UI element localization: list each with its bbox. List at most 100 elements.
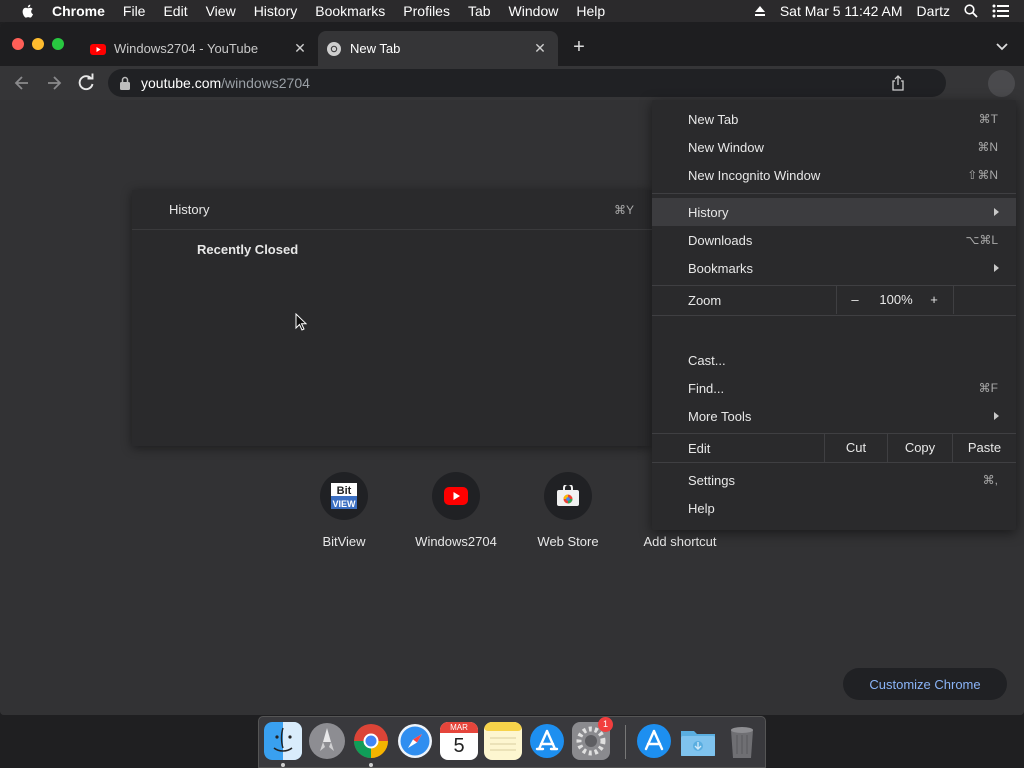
address-bar[interactable]: youtube.com/windows2704 [108,69,946,97]
zoom-divider [953,286,954,314]
menu-separator [652,193,1016,194]
app-store-downloads-icon[interactable] [635,722,673,760]
submenu-arrow-icon [994,208,999,216]
youtube-icon [90,43,106,55]
chrome-icon[interactable] [352,722,390,760]
menubar-edit[interactable]: Edit [163,3,187,19]
menubar-tab[interactable]: Tab [468,3,491,19]
tab-title: New Tab [350,41,401,56]
reload-icon[interactable] [74,71,98,95]
menubar-window[interactable]: Window [509,3,559,19]
menu-item-shortcut: ⌘, [982,473,998,487]
share-icon[interactable] [890,75,906,91]
paste-button[interactable]: Paste [953,434,1016,462]
fullscreen-icon[interactable] [982,291,1000,309]
menubar-file[interactable]: File [123,3,146,19]
menu-separator [652,462,1016,463]
menu-item-edit: Edit Cut Copy Paste [652,434,1016,462]
menubar-view[interactable]: View [206,3,236,19]
close-tab-icon[interactable]: ✕ [532,40,548,57]
copy-button[interactable]: Copy [888,434,952,462]
url-host: youtube.com [141,75,222,91]
chrome-icon [327,41,341,56]
tab-new-tab[interactable]: New Tab ✕ [318,31,558,66]
menu-item-label: Edit [688,440,711,456]
menu-item-label: New Tab [688,111,739,127]
app-store-icon[interactable] [528,722,566,760]
mouse-cursor-icon [295,313,307,331]
menu-item-bookmarks[interactable]: Bookmarks [652,254,1016,282]
close-window-button[interactable] [12,38,24,50]
forward-arrow-icon[interactable] [42,71,66,95]
shortcut-windows2704[interactable]: Windows2704 [400,472,512,549]
menubar-profiles[interactable]: Profiles [403,3,450,19]
spotlight-search-icon[interactable] [964,4,978,18]
menu-item-find[interactable]: Find... ⌘F [652,374,1016,402]
menubar-app-name[interactable]: Chrome [52,3,105,19]
menubar-help[interactable]: Help [576,3,605,19]
menu-item-more-tools[interactable]: More Tools [652,402,1016,430]
running-indicator [281,763,285,767]
menu-item-zoom: Zoom [652,286,1016,314]
shortcut-add[interactable]: Add shortcut [624,534,736,549]
menu-item-new-window[interactable]: New Window ⌘N [652,133,1016,161]
menu-item-help[interactable]: Help [652,494,1016,522]
safari-icon[interactable] [396,722,434,760]
lock-icon[interactable] [119,76,131,90]
menu-item-label: New Incognito Window [688,167,821,183]
menu-item-cast[interactable]: Cast... [652,346,1016,374]
eject-icon[interactable] [754,5,766,17]
back-arrow-icon[interactable] [10,71,34,95]
history-submenu: History ⌘Y Recently Closed [132,190,652,446]
finder-icon[interactable] [264,722,302,760]
system-preferences-icon[interactable]: 1 [572,717,613,760]
chevron-down-icon[interactable] [994,38,1010,54]
mac-menubar: Chrome File Edit View History Bookmarks … [0,0,1024,22]
toolbar: youtube.com/windows2704 [0,66,1024,100]
zoom-in-button[interactable]: + [924,286,944,314]
launchpad-icon[interactable] [308,722,346,760]
apple-icon[interactable] [20,3,36,19]
webstore-icon [557,485,579,506]
close-tab-icon[interactable]: ✕ [292,40,308,57]
menu-item-new-incognito-window[interactable]: New Incognito Window ⇧⌘N [652,161,1016,189]
menu-item-label: Downloads [688,232,753,248]
menu-item-downloads[interactable]: Downloads ⌥⌘L [652,226,1016,254]
new-tab-plus-icon[interactable]: + [568,36,590,58]
cut-button[interactable]: Cut [825,434,887,462]
calendar-icon[interactable]: MAR 5 [440,722,478,760]
dock: MAR 5 1 [258,716,766,768]
downloads-folder-icon[interactable] [679,722,717,760]
trash-icon[interactable] [723,722,761,760]
tab-youtube[interactable]: Windows2704 - YouTube ✕ [82,31,318,66]
menu-item-history[interactable]: History [652,198,1016,226]
zoom-out-button[interactable]: – [844,286,866,314]
bitview-icon: Bit VIEW [331,483,357,509]
calendar-month: MAR [440,722,478,733]
shortcut-bitview[interactable]: Bit VIEW BitView [288,472,400,549]
menu-item-label: More Tools [688,408,752,424]
zoom-window-button[interactable] [52,38,64,50]
submenu-arrow-icon [994,264,999,272]
chrome-main-menu: New Tab ⌘T New Window ⌘N New Incognito W… [652,100,1016,530]
profile-avatar[interactable] [988,70,1015,97]
menubar-bookmarks[interactable]: Bookmarks [315,3,385,19]
menu-item-new-tab[interactable]: New Tab ⌘T [652,105,1016,133]
shortcut-web-store[interactable]: Web Store [512,472,624,549]
history-submenu-item[interactable]: History ⌘Y [132,190,652,230]
notes-icon[interactable] [484,722,522,760]
menu-item-settings[interactable]: Settings ⌘, [652,466,1016,494]
menu-separator [652,315,1016,316]
dock-divider [625,725,626,759]
minimize-window-button[interactable] [32,38,44,50]
svg-text:VIEW: VIEW [332,499,356,509]
zoom-divider [836,286,837,314]
control-center-icon[interactable] [992,4,1010,18]
shortcut-label: Windows2704 [415,534,497,549]
menubar-user[interactable]: Dartz [917,3,950,19]
menubar-clock[interactable]: Sat Mar 5 11:42 AM [780,3,903,19]
tab-strip: Windows2704 - YouTube ✕ New Tab ✕ + [0,22,1024,66]
menubar-history[interactable]: History [254,3,298,19]
history-shortcut: ⌘Y [613,202,634,217]
customize-chrome-button[interactable]: Customize Chrome [843,668,1007,700]
